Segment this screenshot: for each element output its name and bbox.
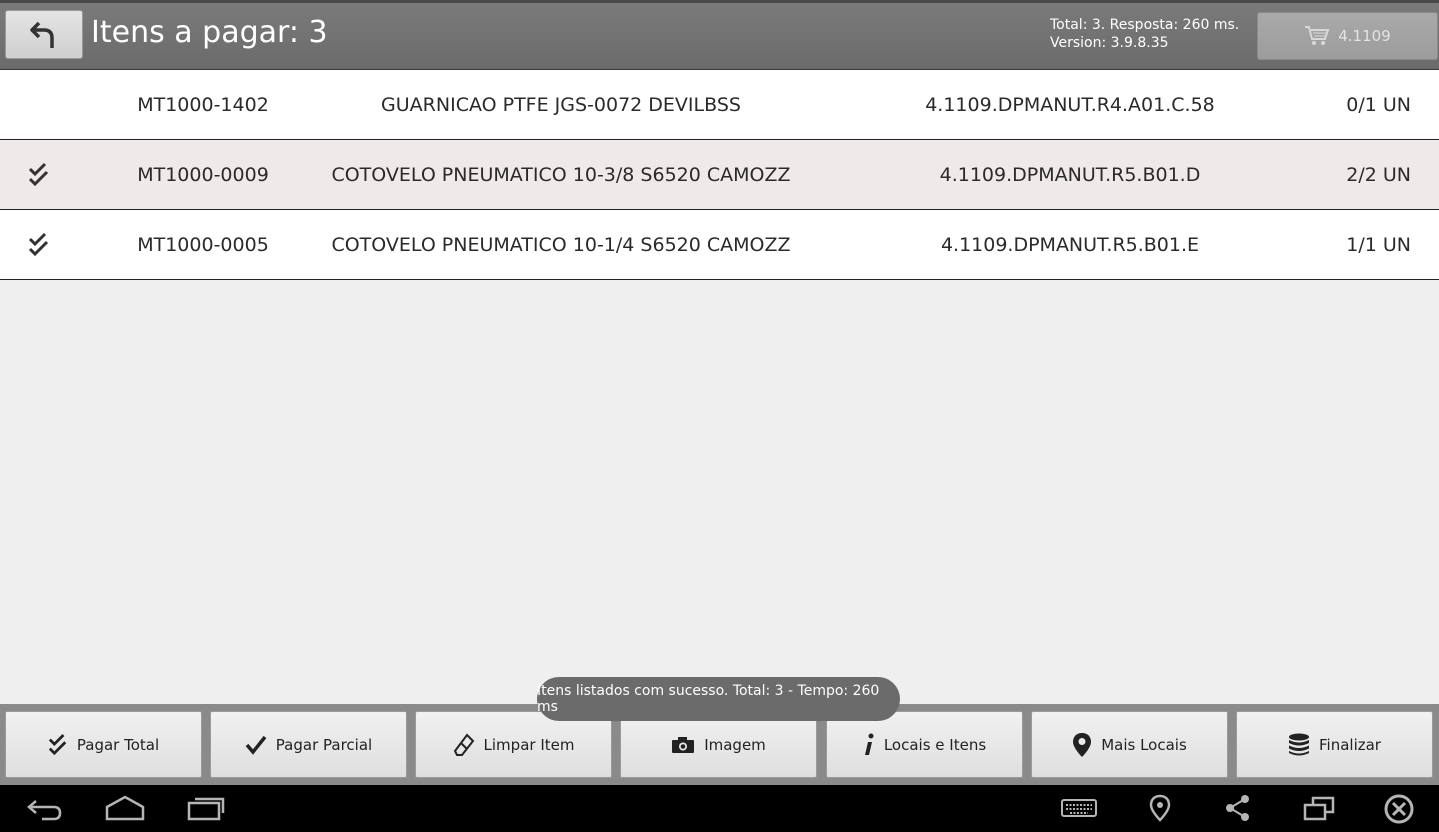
toast-message: Itens listados com sucesso. Total: 3 - T… [537,677,900,721]
items-table: MT1000-1402 GUARNICAO PTFE JGS-0072 DEVI… [0,70,1439,280]
row-check-cell [22,70,56,139]
item-code: MT1000-0005 [137,233,269,256]
close-circle-icon[interactable] [1383,793,1415,825]
pagar-parcial-label: Pagar Parcial [275,735,373,754]
imagem-button[interactable]: Imagem [620,711,817,778]
system-navbar [0,785,1439,832]
item-quantity: 0/1 UN [1346,93,1411,116]
page-title: Itens a pagar: 3 [91,15,328,50]
keyboard-icon[interactable] [1060,793,1098,823]
item-location: 4.1109.DPMANUT.R5.B01.E [940,233,1200,256]
item-description: GUARNICAO PTFE JGS-0072 DEVILBSS [381,93,741,116]
item-code: MT1000-0009 [137,163,269,186]
table-row[interactable]: MT1000-0009 COTOVELO PNEUMATICO 10-3/8 S… [0,140,1439,210]
finalizar-label: Finalizar [1319,735,1381,754]
row-check-cell [22,210,56,279]
response-info: Total: 3. Resposta: 260 ms. [1050,17,1240,33]
finalizar-button[interactable]: Finalizar [1236,711,1433,778]
pagar-total-label: Pagar Total [76,735,160,754]
locais-itens-label: Locais e Itens [883,735,987,754]
shopping-cart-icon [1305,26,1330,45]
double-check-icon [48,733,67,755]
map-pin-icon [1073,732,1092,757]
status-info: Total: 3. Resposta: 260 ms. Version: 3.9… [1050,16,1239,52]
locais-itens-button[interactable]: Locais e Itens [826,711,1023,778]
nav-home-icon[interactable] [105,793,145,823]
location-icon[interactable] [1148,793,1172,823]
nav-recents-icon[interactable] [187,793,227,823]
mais-locais-label: Mais Locais [1101,735,1187,754]
cart-button[interactable]: 4.1109 [1257,12,1438,60]
item-location: 4.1109.DPMANUT.R4.A01.C.58 [925,93,1215,116]
nav-back-icon[interactable] [26,793,64,823]
item-description: COTOVELO PNEUMATICO 10-1/4 S6520 CAMOZZ [331,233,791,256]
pagar-parcial-button[interactable]: Pagar Parcial [210,711,407,778]
share-icon[interactable] [1224,793,1252,823]
table-row[interactable]: MT1000-1402 GUARNICAO PTFE JGS-0072 DEVI… [0,70,1439,140]
check-icon [245,735,267,755]
eraser-icon [453,732,474,756]
cart-label: 4.1109 [1338,27,1391,45]
camera-icon [672,736,695,753]
row-check-cell [22,140,56,209]
window-icon[interactable] [1303,793,1335,823]
database-icon [1289,733,1309,755]
info-icon [864,733,874,755]
version-info: Version: 3.9.8.35 [1050,35,1169,51]
item-quantity: 2/2 UN [1346,163,1411,186]
pagar-total-button[interactable]: Pagar Total [5,711,202,778]
table-row[interactable]: MT1000-0005 COTOVELO PNEUMATICO 10-1/4 S… [0,210,1439,280]
item-location: 4.1109.DPMANUT.R5.B01.D [939,163,1201,186]
item-quantity: 1/1 UN [1346,233,1411,256]
undo-arrow-icon [30,21,54,48]
limpar-item-button[interactable]: Limpar Item [415,711,612,778]
double-check-icon [28,232,49,256]
imagem-label: Imagem [704,735,766,754]
back-button[interactable] [5,10,83,59]
limpar-item-label: Limpar Item [483,735,575,754]
item-code: MT1000-1402 [137,93,269,116]
mais-locais-button[interactable]: Mais Locais [1031,711,1228,778]
double-check-icon [28,162,49,186]
item-description: COTOVELO PNEUMATICO 10-3/8 S6520 CAMOZZ [331,163,791,186]
app-header: Itens a pagar: 3 Total: 3. Resposta: 260… [0,0,1439,70]
